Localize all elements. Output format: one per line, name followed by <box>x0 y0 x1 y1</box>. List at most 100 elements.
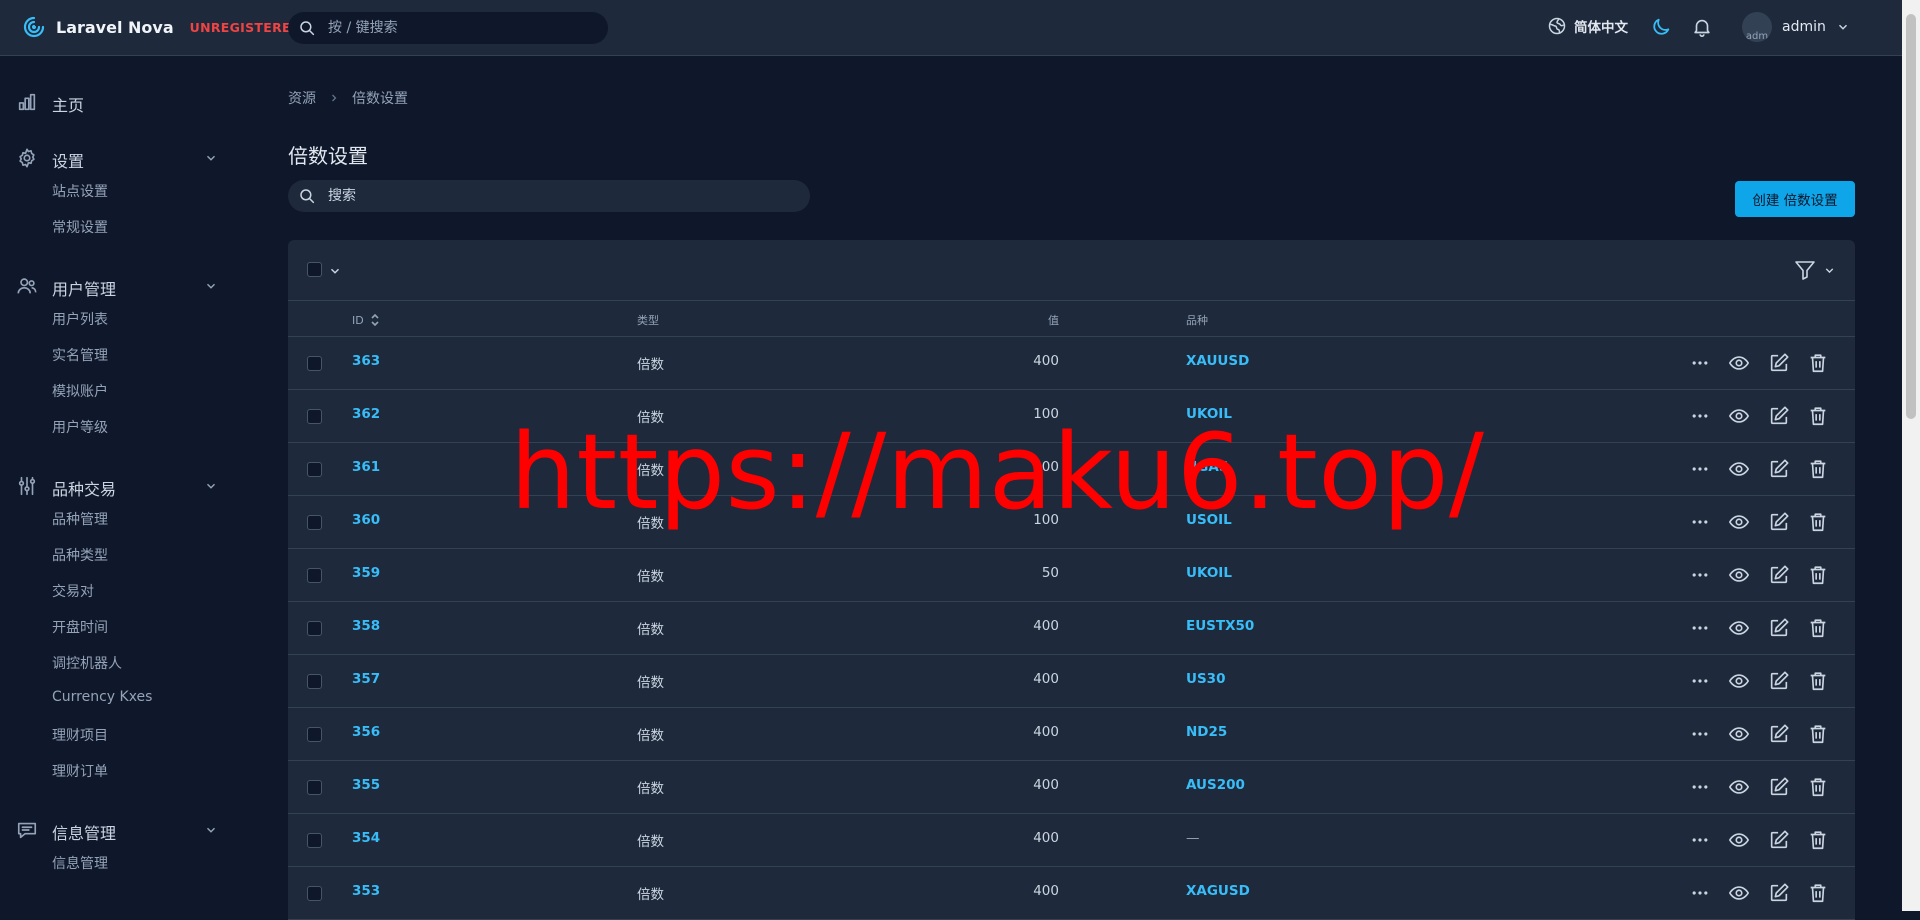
sidebar-item-message-management[interactable]: 信息管理 <box>0 816 240 846</box>
sidebar-item-variety-management[interactable]: 品种管理 <box>52 509 108 529</box>
edit-icon[interactable] <box>1767 510 1791 534</box>
more-actions-icon[interactable] <box>1688 563 1712 587</box>
more-actions-icon[interactable] <box>1688 351 1712 375</box>
row-id-link[interactable]: 358 <box>352 618 380 634</box>
row-id-link[interactable]: 353 <box>352 883 380 899</box>
sidebar-item-wealth-project[interactable]: 理财项目 <box>52 725 108 745</box>
table-row[interactable]: 355 倍数 400 AUS200 <box>288 761 1855 814</box>
row-id-link[interactable]: 361 <box>352 459 380 475</box>
global-search[interactable] <box>288 12 608 44</box>
select-all-checkbox[interactable] <box>307 262 322 277</box>
edit-icon[interactable] <box>1767 669 1791 693</box>
sidebar-item-messages[interactable]: 信息管理 <box>52 853 108 873</box>
row-id-link[interactable]: 359 <box>352 565 380 581</box>
breadcrumb-resources[interactable]: 资源 <box>288 88 316 108</box>
row-checkbox[interactable] <box>307 515 322 530</box>
sidebar-item-control-robot[interactable]: 调控机器人 <box>52 653 122 673</box>
row-checkbox[interactable] <box>307 409 322 424</box>
more-actions-icon[interactable] <box>1688 722 1712 746</box>
row-variety-link[interactable]: XAUUSD <box>1186 353 1249 369</box>
row-checkbox[interactable] <box>307 727 322 742</box>
scrollbar-thumb[interactable] <box>1906 14 1916 419</box>
trash-icon[interactable] <box>1806 563 1830 587</box>
row-variety-link[interactable]: EUSTX50 <box>1186 618 1254 634</box>
sidebar-item-home[interactable]: 主页 <box>0 88 240 118</box>
edit-icon[interactable] <box>1767 722 1791 746</box>
create-multiplier-button[interactable]: 创建 倍数设置 <box>1735 181 1855 217</box>
more-actions-icon[interactable] <box>1688 775 1712 799</box>
trash-icon[interactable] <box>1806 351 1830 375</box>
edit-icon[interactable] <box>1767 616 1791 640</box>
bell-icon[interactable] <box>1691 16 1713 38</box>
row-checkbox[interactable] <box>307 356 322 371</box>
row-checkbox[interactable] <box>307 568 322 583</box>
sidebar-item-general-settings[interactable]: 常规设置 <box>52 217 108 237</box>
user-menu[interactable]: adm admin <box>1742 12 1850 42</box>
sidebar-item-trading-pair[interactable]: 交易对 <box>52 581 94 601</box>
chevron-down-icon[interactable] <box>204 479 218 493</box>
sidebar-item-real-name[interactable]: 实名管理 <box>52 345 108 365</box>
resource-search-input[interactable] <box>326 187 790 205</box>
row-id-link[interactable]: 354 <box>352 830 380 846</box>
row-checkbox[interactable] <box>307 833 322 848</box>
chevron-down-icon[interactable] <box>328 264 342 278</box>
row-id-link[interactable]: 362 <box>352 406 380 422</box>
resource-search[interactable] <box>288 180 810 212</box>
edit-icon[interactable] <box>1767 404 1791 428</box>
table-row[interactable]: 356 倍数 400 ND25 <box>288 708 1855 761</box>
row-id-link[interactable]: 357 <box>352 671 380 687</box>
more-actions-icon[interactable] <box>1688 510 1712 534</box>
row-checkbox[interactable] <box>307 886 322 901</box>
trash-icon[interactable] <box>1806 775 1830 799</box>
filter-dropdown[interactable] <box>1793 258 1836 282</box>
trash-icon[interactable] <box>1806 404 1830 428</box>
sidebar-item-trading[interactable]: 品种交易 <box>0 472 240 502</box>
view-icon[interactable] <box>1727 722 1751 746</box>
view-icon[interactable] <box>1727 616 1751 640</box>
more-actions-icon[interactable] <box>1688 457 1712 481</box>
sidebar-item-wealth-order[interactable]: 理财订单 <box>52 761 108 781</box>
edit-icon[interactable] <box>1767 457 1791 481</box>
sidebar-item-variety-type[interactable]: 品种类型 <box>52 545 108 565</box>
row-checkbox[interactable] <box>307 674 322 689</box>
chevron-down-icon[interactable] <box>204 279 218 293</box>
table-row[interactable]: 354 倍数 400 — <box>288 814 1855 867</box>
view-icon[interactable] <box>1727 881 1751 905</box>
edit-icon[interactable] <box>1767 828 1791 852</box>
row-checkbox[interactable] <box>307 621 322 636</box>
trash-icon[interactable] <box>1806 616 1830 640</box>
row-checkbox[interactable] <box>307 462 322 477</box>
trash-icon[interactable] <box>1806 669 1830 693</box>
edit-icon[interactable] <box>1767 881 1791 905</box>
row-variety-link[interactable]: US30 <box>1186 671 1225 687</box>
view-icon[interactable] <box>1727 457 1751 481</box>
view-icon[interactable] <box>1727 404 1751 428</box>
view-icon[interactable] <box>1727 669 1751 693</box>
row-id-link[interactable]: 356 <box>352 724 380 740</box>
view-icon[interactable] <box>1727 351 1751 375</box>
row-variety-link[interactable]: UKOIL <box>1186 565 1232 581</box>
edit-icon[interactable] <box>1767 351 1791 375</box>
trash-icon[interactable] <box>1806 881 1830 905</box>
sidebar-item-user-list[interactable]: 用户列表 <box>52 309 108 329</box>
view-icon[interactable] <box>1727 510 1751 534</box>
row-checkbox[interactable] <box>307 780 322 795</box>
row-variety-link[interactable]: ND25 <box>1186 724 1227 740</box>
moon-icon[interactable] <box>1650 16 1672 38</box>
more-actions-icon[interactable] <box>1688 616 1712 640</box>
more-actions-icon[interactable] <box>1688 404 1712 428</box>
row-id-link[interactable]: 355 <box>352 777 380 793</box>
global-search-input[interactable] <box>326 19 590 37</box>
view-icon[interactable] <box>1727 775 1751 799</box>
more-actions-icon[interactable] <box>1688 669 1712 693</box>
table-row[interactable]: 358 倍数 400 EUSTX50 <box>288 602 1855 655</box>
row-variety-link[interactable]: AUS200 <box>1186 777 1245 793</box>
sidebar-item-currency-kxes[interactable]: Currency Kxes <box>52 689 152 705</box>
brand[interactable]: Laravel Nova UNREGISTERED <box>22 14 302 40</box>
table-row[interactable]: 359 倍数 50 UKOIL <box>288 549 1855 602</box>
table-row[interactable]: 353 倍数 400 XAGUSD <box>288 867 1855 920</box>
row-variety-link[interactable]: XAGUSD <box>1186 883 1250 899</box>
sidebar-item-demo-account[interactable]: 模拟账户 <box>52 381 108 401</box>
language-switcher[interactable]: 简体中文 <box>1547 16 1628 36</box>
chevron-down-icon[interactable] <box>204 823 218 837</box>
